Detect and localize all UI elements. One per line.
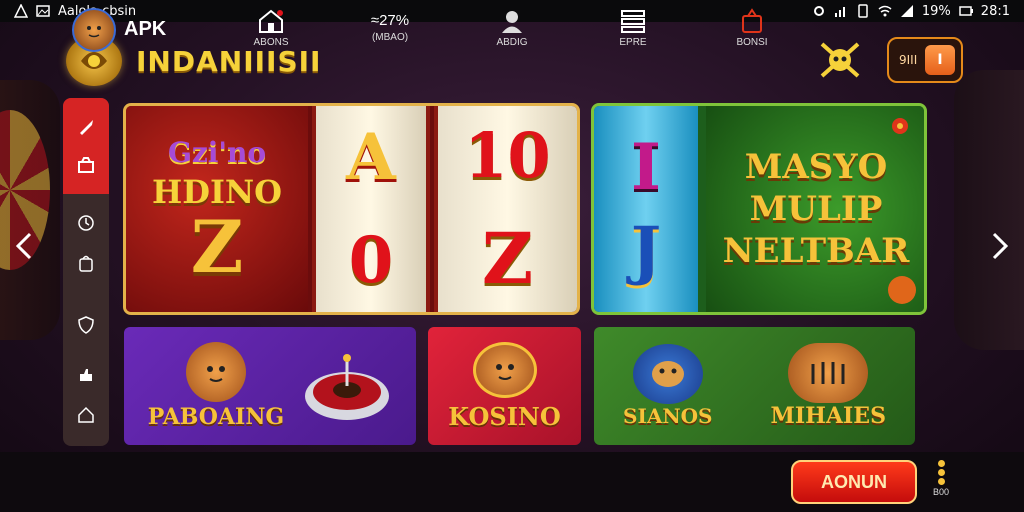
vibrate-icon [858,4,868,18]
home-icon [78,406,94,423]
tile-label: PABOAING [147,404,285,430]
reel-symbol: Z [481,216,534,300]
dot-icon [937,460,945,467]
battery-icon [959,6,973,16]
list-icon [621,10,645,33]
bag-icon [79,255,93,272]
shield-icon [78,316,94,334]
sidebar [63,98,109,446]
clock-icon [78,215,94,231]
slot-banner[interactable]: Gzi'no HDINO Z A 0 10 Z [123,103,580,315]
roulette-icon [305,354,390,420]
tiger-face-icon [207,366,225,382]
reel-symbol: J [630,212,662,288]
prev-arrow[interactable] [12,226,36,266]
reel-2: 10 Z [434,106,577,312]
tiger-icon [788,343,869,403]
warning-icon [14,4,28,18]
tiger-face-icon [87,26,101,38]
promo-banner[interactable]: I J MASYO MULIP NELTBAR [591,103,927,315]
nav-item-abons[interactable]: ABONS [236,8,306,48]
dot-icon [937,469,945,476]
dot-icon [937,478,945,485]
user-icon [502,11,522,33]
tiger-icon [186,342,246,402]
lion-face-icon [651,361,684,387]
slot-title-panel: Gzi'no HDINO Z [126,106,308,312]
chevron-right-icon [992,232,1008,260]
reel-1: A 0 [312,106,430,312]
sidebar-item-shield[interactable] [75,314,97,336]
tiger-body-icon [811,362,845,384]
promo-reel: I J [594,106,698,312]
flower-icon [892,118,908,134]
next-arrow[interactable] [988,226,1012,266]
reel-symbol: I [631,129,661,205]
sidebar-item-bag[interactable] [75,252,97,274]
slot-big-symbol: Z [190,203,244,289]
rocket-icon [80,120,93,135]
nav-label: ABONS [253,37,289,48]
cell-signal-icon [900,5,913,17]
toggle-knob: I [925,45,955,75]
tiger-face-icon [495,363,514,380]
house-icon [259,9,283,33]
brand-name: INDANIIISII [136,44,322,78]
status-time: 28:1 [980,3,1010,19]
sidebar-item-clock[interactable] [75,212,97,234]
nav-label: EPRE [619,37,647,48]
toggle-text: 9III [899,53,918,67]
arcade-decor-right [954,70,1024,350]
nav-item-abdig[interactable]: ABDIG [477,8,547,48]
nav-item-epre[interactable]: EPRE [598,8,668,48]
promo-line: NELTBAR [722,231,910,271]
reel-symbol: 10 [464,118,551,192]
tile-label: MIHAIES [770,403,886,429]
nav-label: BONSI [736,37,768,48]
promo-line: MASYO [744,147,888,187]
nav-percent-value: ≈27% [370,12,410,29]
apk-label: APK [124,18,167,40]
reel-symbol: 0 [348,222,394,298]
cart-icon [78,157,94,173]
more-label: B00 [932,487,949,497]
nav-label: (MBAO) [371,32,409,43]
hand-icon [80,369,92,381]
game-tile-paboaing[interactable]: PABOAING [124,327,416,445]
wifi-icon [878,5,892,17]
sidebar-item-rocket[interactable] [75,116,97,138]
tile-label: KOSINO [448,401,561,431]
more-menu[interactable]: B00 [928,460,954,497]
game-tile-kosino[interactable]: KOSINO [428,327,581,445]
tile-label: SIANOS [623,404,713,428]
lion-icon [632,344,703,404]
nav-label: ABDIG [496,37,528,48]
chevron-left-icon [16,232,32,260]
sidebar-active-group [63,98,109,194]
promo-line: MULIP [749,189,883,229]
battery-percent: 19% [921,3,951,19]
fruit-icon [888,276,916,304]
sidebar-item-cart[interactable] [75,154,97,176]
apk-avatar [72,8,116,52]
settings-icon [813,6,824,16]
apk-download[interactable]: APK [72,8,166,52]
nav-item-percent[interactable]: ≈27% (MBAO) [355,12,425,43]
slot-title: Gzi'no [167,135,267,169]
skull-icon[interactable] [818,40,862,80]
image-icon [36,5,50,17]
sidebar-item-home[interactable] [75,404,97,426]
reel-symbol: A [346,119,396,195]
sidebar-item-hand[interactable] [75,364,97,386]
cta-button[interactable]: AONUN [791,460,917,504]
gift-icon [742,8,762,33]
tiger-icon [472,341,537,398]
signal-icon [834,7,845,17]
game-tile-sianos[interactable]: SIANOS MIHAIES [594,327,915,445]
nav-item-bonsi[interactable]: BONSI [717,8,787,48]
toggle-button[interactable]: 9III I [887,37,963,83]
